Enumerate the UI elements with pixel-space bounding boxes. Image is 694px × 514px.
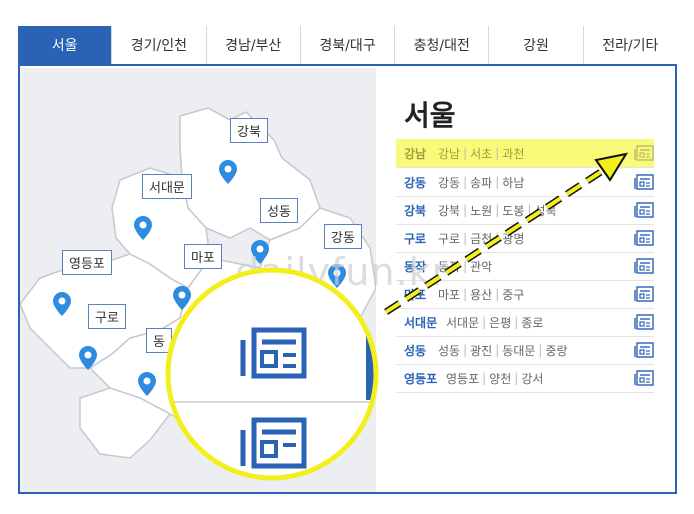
map-pin-icon[interactable] xyxy=(79,346,97,370)
map-label-yeongdeungpo[interactable]: 영등포 xyxy=(62,250,112,275)
map-label-gangbuk[interactable]: 강북 xyxy=(230,118,268,143)
panel-title: 서울 xyxy=(404,99,456,132)
map-label-guro[interactable]: 구로 xyxy=(88,304,126,329)
map-pin-icon[interactable] xyxy=(138,372,156,396)
map-pin-icon[interactable] xyxy=(219,160,237,184)
map-label-mapo[interactable]: 마포 xyxy=(184,244,222,269)
tab-gyeonggi-incheon[interactable]: 경기/인천 xyxy=(112,26,207,64)
list-item[interactable]: 강동 강동 | 송파 | 하남 xyxy=(396,168,654,197)
tab-gyeongbuk-daegu[interactable]: 경북/대구 xyxy=(300,26,396,64)
list-item[interactable]: 구로 구로 | 금천 | 광명 xyxy=(396,224,654,253)
list-item[interactable]: 영등포 영등포 | 양천 | 강서 xyxy=(396,364,654,393)
news-icon[interactable] xyxy=(634,202,654,218)
news-icon[interactable] xyxy=(634,314,654,330)
tab-gyeongnam-busan[interactable]: 경남/부산 xyxy=(206,26,301,64)
list-item[interactable]: 서대문 서대문 | 은평 | 종로 xyxy=(396,308,654,337)
map-label-seodaemun[interactable]: 서대문 xyxy=(142,174,192,199)
tab-seoul[interactable]: 서울 xyxy=(18,26,113,64)
map-label-dong[interactable]: 동 xyxy=(146,328,172,353)
tab-chungcheong-daejeon[interactable]: 충청/대전 xyxy=(395,26,490,64)
map-label-seongdong[interactable]: 성동 xyxy=(260,198,298,223)
map-pin-icon[interactable] xyxy=(173,286,191,310)
tab-gangwon[interactable]: 강원 xyxy=(489,26,584,64)
tab-jeolla-etc[interactable]: 전라/기타 xyxy=(583,26,677,64)
map-label-gangdong[interactable]: 강동 xyxy=(324,224,362,249)
news-icon[interactable] xyxy=(634,286,654,302)
map-pin-icon[interactable] xyxy=(53,292,71,316)
news-icon[interactable] xyxy=(634,370,654,386)
list-item[interactable]: 강북 강북 | 노원 | 도봉 | 성북 xyxy=(396,196,654,225)
region-tabs: 서울 경기/인천 경남/부산 경북/대구 충청/대전 강원 전라/기타 xyxy=(18,26,677,66)
news-icon[interactable] xyxy=(634,145,654,161)
list-item[interactable]: 성동 성동 | 광진 | 동대문 | 중랑 xyxy=(396,336,654,365)
map-pin-icon[interactable] xyxy=(134,216,152,240)
news-icon[interactable] xyxy=(634,230,654,246)
news-icon[interactable] xyxy=(634,174,654,190)
list-item[interactable]: 강남 강남 | 서초 | 과천 xyxy=(396,139,654,168)
watermark: dailyfun.kr xyxy=(235,250,449,294)
news-icon[interactable] xyxy=(634,258,654,274)
news-icon[interactable] xyxy=(634,342,654,358)
